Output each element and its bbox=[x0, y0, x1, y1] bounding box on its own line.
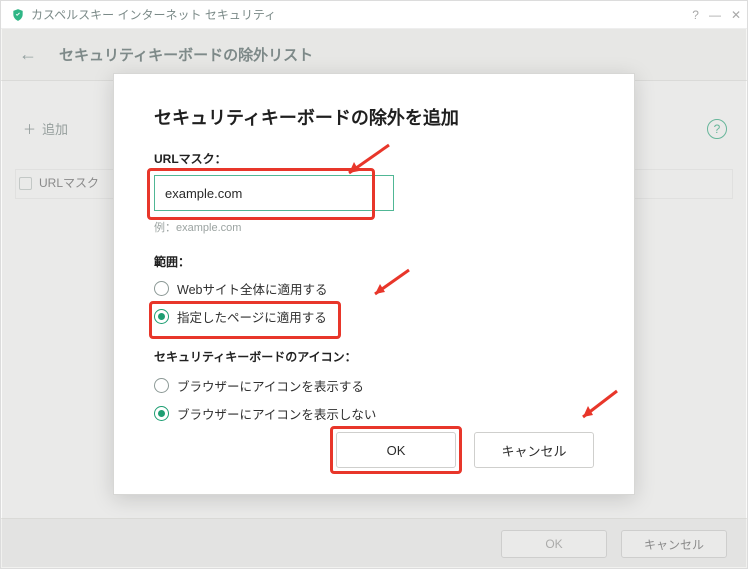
scope-site-row[interactable]: Webサイト全体に適用する bbox=[154, 278, 594, 298]
url-mask-input[interactable] bbox=[154, 175, 394, 211]
scope-site-label: Webサイト全体に適用する bbox=[177, 279, 327, 298]
radio-icon bbox=[154, 281, 169, 296]
main-window: カスペルスキー インターネット セキュリティ ? — ✕ ← セキュリティキーボ… bbox=[0, 0, 748, 569]
radio-icon bbox=[154, 378, 169, 393]
close-icon[interactable]: ✕ bbox=[731, 8, 741, 22]
modal-cancel-label: キャンセル bbox=[501, 441, 566, 460]
modal-title: セキュリティキーボードの除外を追加 bbox=[154, 104, 594, 130]
help-icon[interactable]: ? bbox=[692, 8, 699, 22]
scope-page-row[interactable]: 指定したページに適用する bbox=[154, 306, 327, 326]
url-mask-hint: 例：example.com bbox=[154, 219, 594, 235]
icon-show-row[interactable]: ブラウザーにアイコンを表示する bbox=[154, 375, 594, 395]
scope-page-label: 指定したページに適用する bbox=[177, 307, 327, 326]
radio-icon bbox=[154, 406, 169, 421]
modal-cancel-button[interactable]: キャンセル bbox=[474, 432, 594, 468]
radio-icon bbox=[154, 309, 169, 324]
modal-footer: OK キャンセル bbox=[336, 432, 594, 468]
url-mask-label: URLマスク： bbox=[154, 150, 594, 167]
app-title: カスペルスキー インターネット セキュリティ bbox=[31, 6, 276, 23]
icon-hide-row[interactable]: ブラウザーにアイコンを表示しない bbox=[154, 403, 594, 423]
modal-ok-button[interactable]: OK bbox=[336, 432, 456, 468]
minimize-icon[interactable]: — bbox=[709, 8, 721, 22]
icon-label: セキュリティキーボードのアイコン： bbox=[154, 348, 594, 365]
add-exclusion-modal: セキュリティキーボードの除外を追加 URLマスク： 例：example.com … bbox=[113, 73, 635, 495]
shield-icon bbox=[11, 8, 25, 22]
icon-hide-label: ブラウザーにアイコンを表示しない bbox=[177, 404, 376, 423]
icon-show-label: ブラウザーにアイコンを表示する bbox=[177, 376, 364, 395]
titlebar: カスペルスキー インターネット セキュリティ ? — ✕ bbox=[1, 1, 747, 29]
scope-label: 範囲： bbox=[154, 253, 594, 270]
modal-ok-label: OK bbox=[387, 443, 406, 458]
